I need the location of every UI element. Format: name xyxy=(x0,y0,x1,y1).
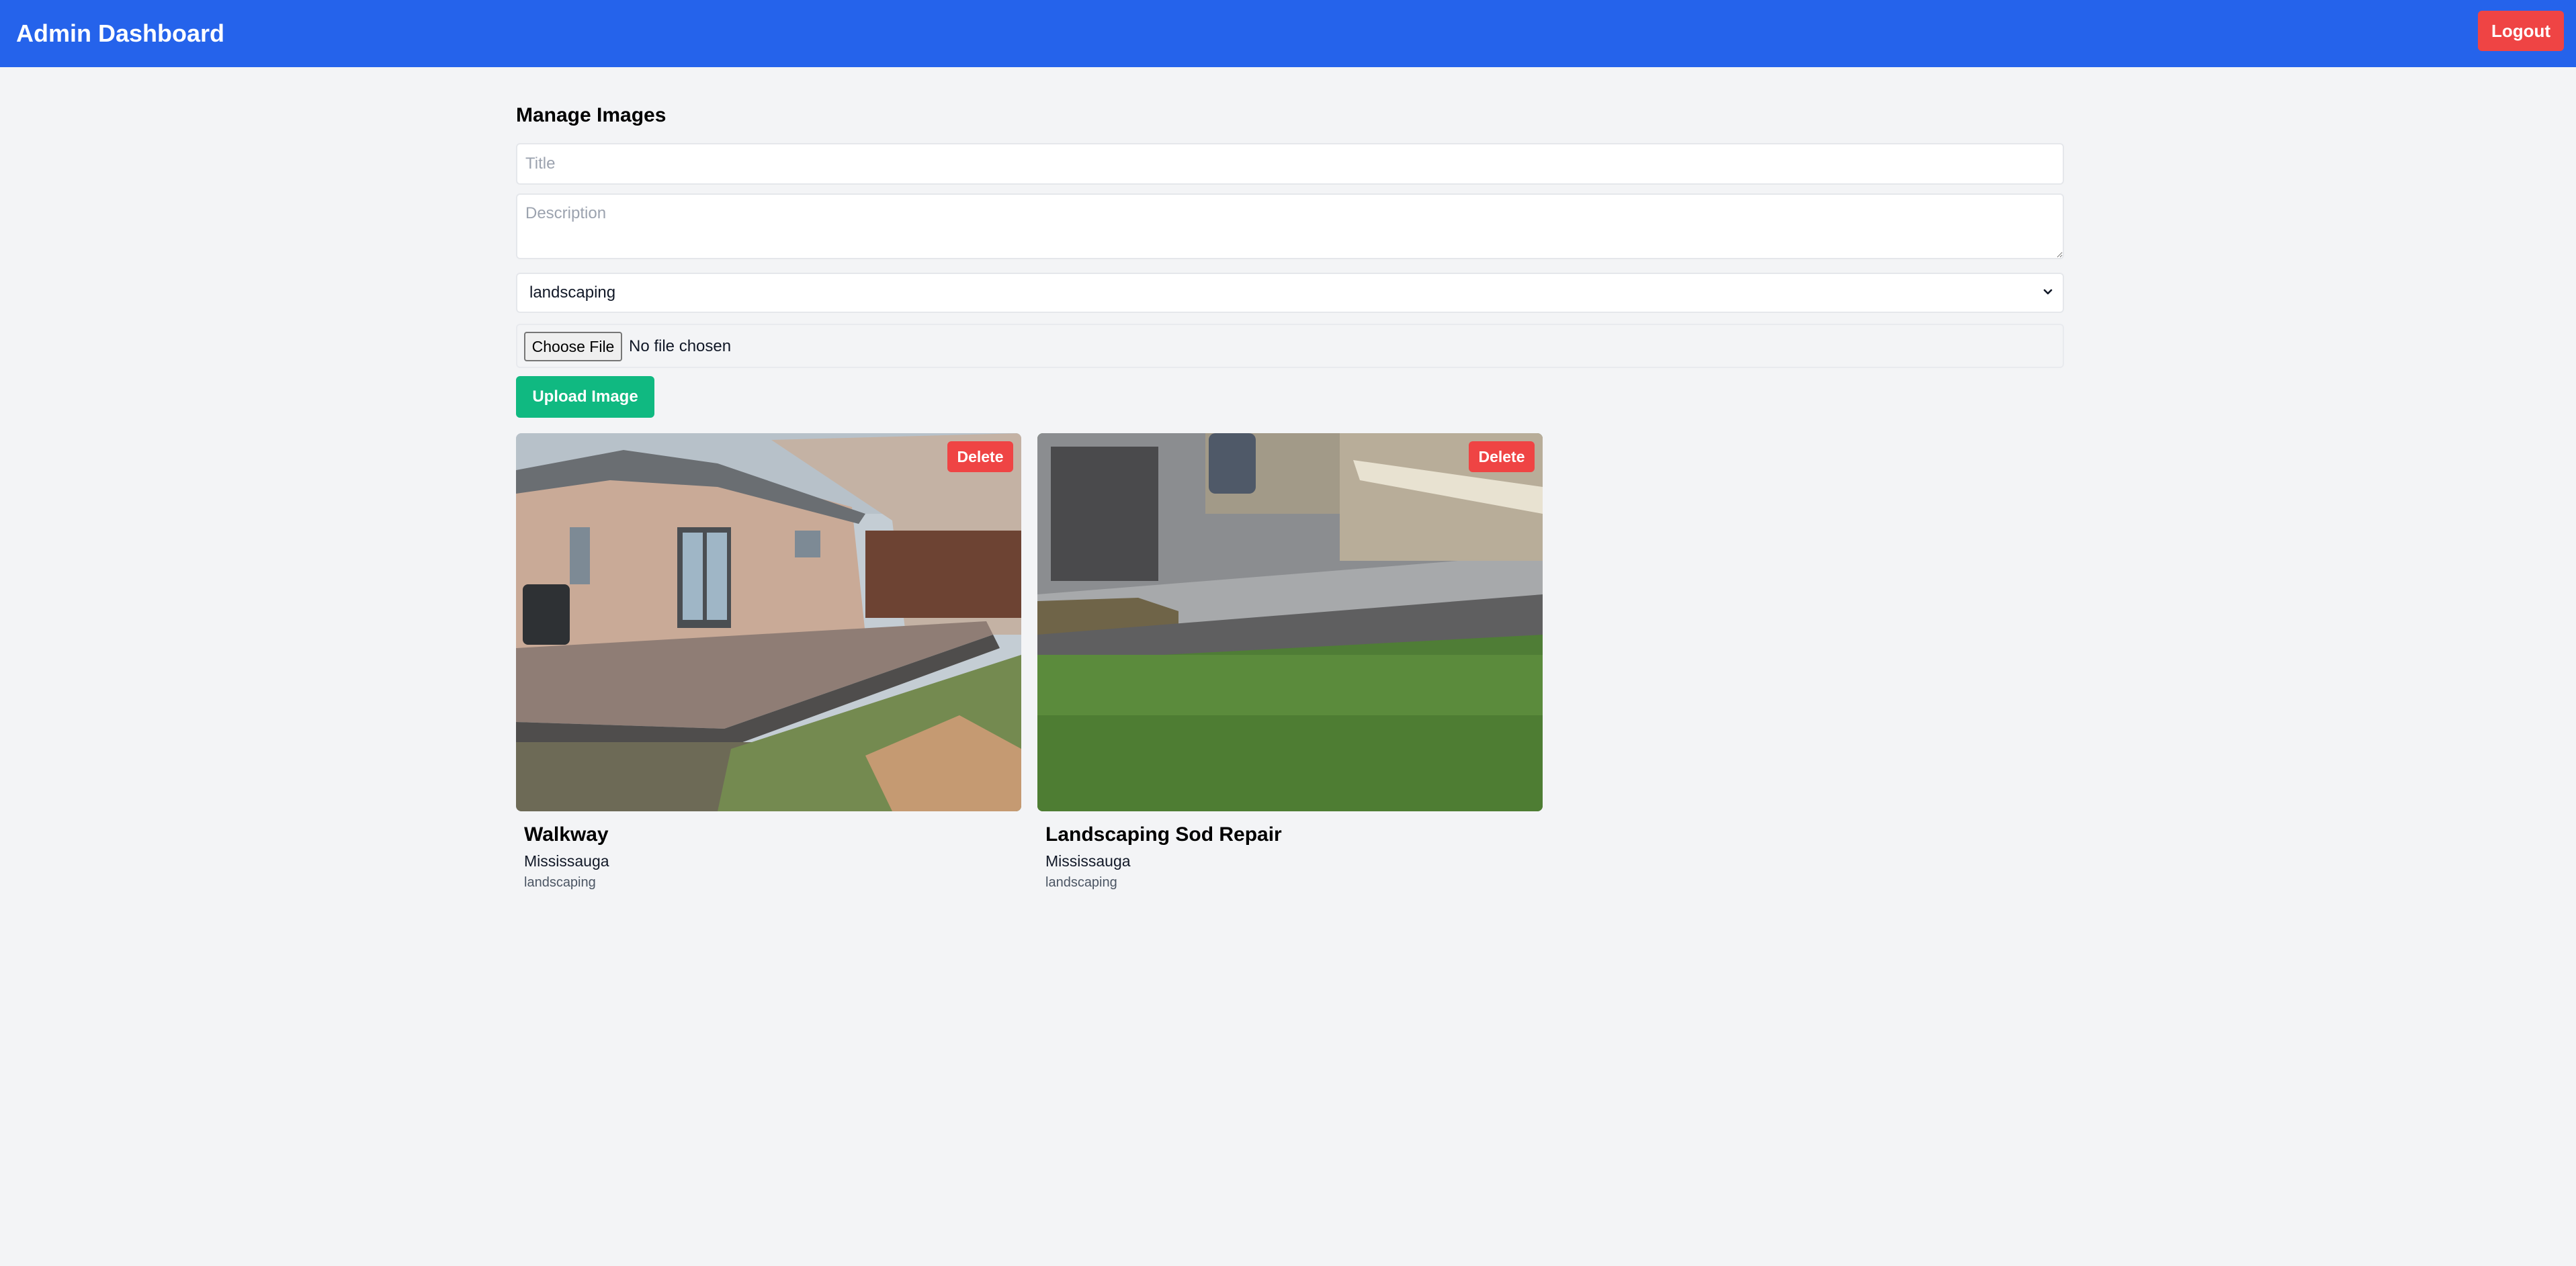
lawn-photo xyxy=(1037,433,1543,811)
upload-image-button[interactable]: Upload Image xyxy=(516,376,654,418)
section-title: Manage Images xyxy=(516,104,667,126)
app-title: Admin Dashboard xyxy=(16,19,225,47)
deck-photo xyxy=(516,433,1021,811)
image-title: Walkway xyxy=(524,823,609,846)
category-select-value: landscaping xyxy=(529,283,616,302)
image-category: landscaping xyxy=(1045,875,1117,890)
file-status-text: No file chosen xyxy=(629,337,732,355)
image-location: Mississauga xyxy=(1045,852,1131,870)
file-input: Choose File No file chosen xyxy=(516,324,2064,368)
title-input[interactable] xyxy=(516,143,2064,185)
description-textarea[interactable] xyxy=(516,193,2064,259)
image-location: Mississauga xyxy=(524,852,609,870)
chevron-down-icon xyxy=(2040,274,2056,312)
image-thumbnail: Delete xyxy=(1037,433,1543,811)
delete-button[interactable]: Delete xyxy=(1469,441,1535,472)
category-select[interactable]: landscaping xyxy=(516,273,2064,313)
delete-button[interactable]: Delete xyxy=(947,441,1013,472)
top-navigation-bar: Admin Dashboard Logout xyxy=(0,0,2576,67)
image-card: Delete Walkway Mississauga landscaping xyxy=(516,433,1021,903)
image-thumbnail: Delete xyxy=(516,433,1021,811)
image-category: landscaping xyxy=(524,875,596,890)
image-title: Landscaping Sod Repair xyxy=(1045,823,1282,846)
choose-file-button[interactable]: Choose File xyxy=(524,332,622,361)
image-card: Delete Landscaping Sod Repair Mississaug… xyxy=(1037,433,1543,903)
logout-button[interactable]: Logout xyxy=(2478,11,2564,51)
